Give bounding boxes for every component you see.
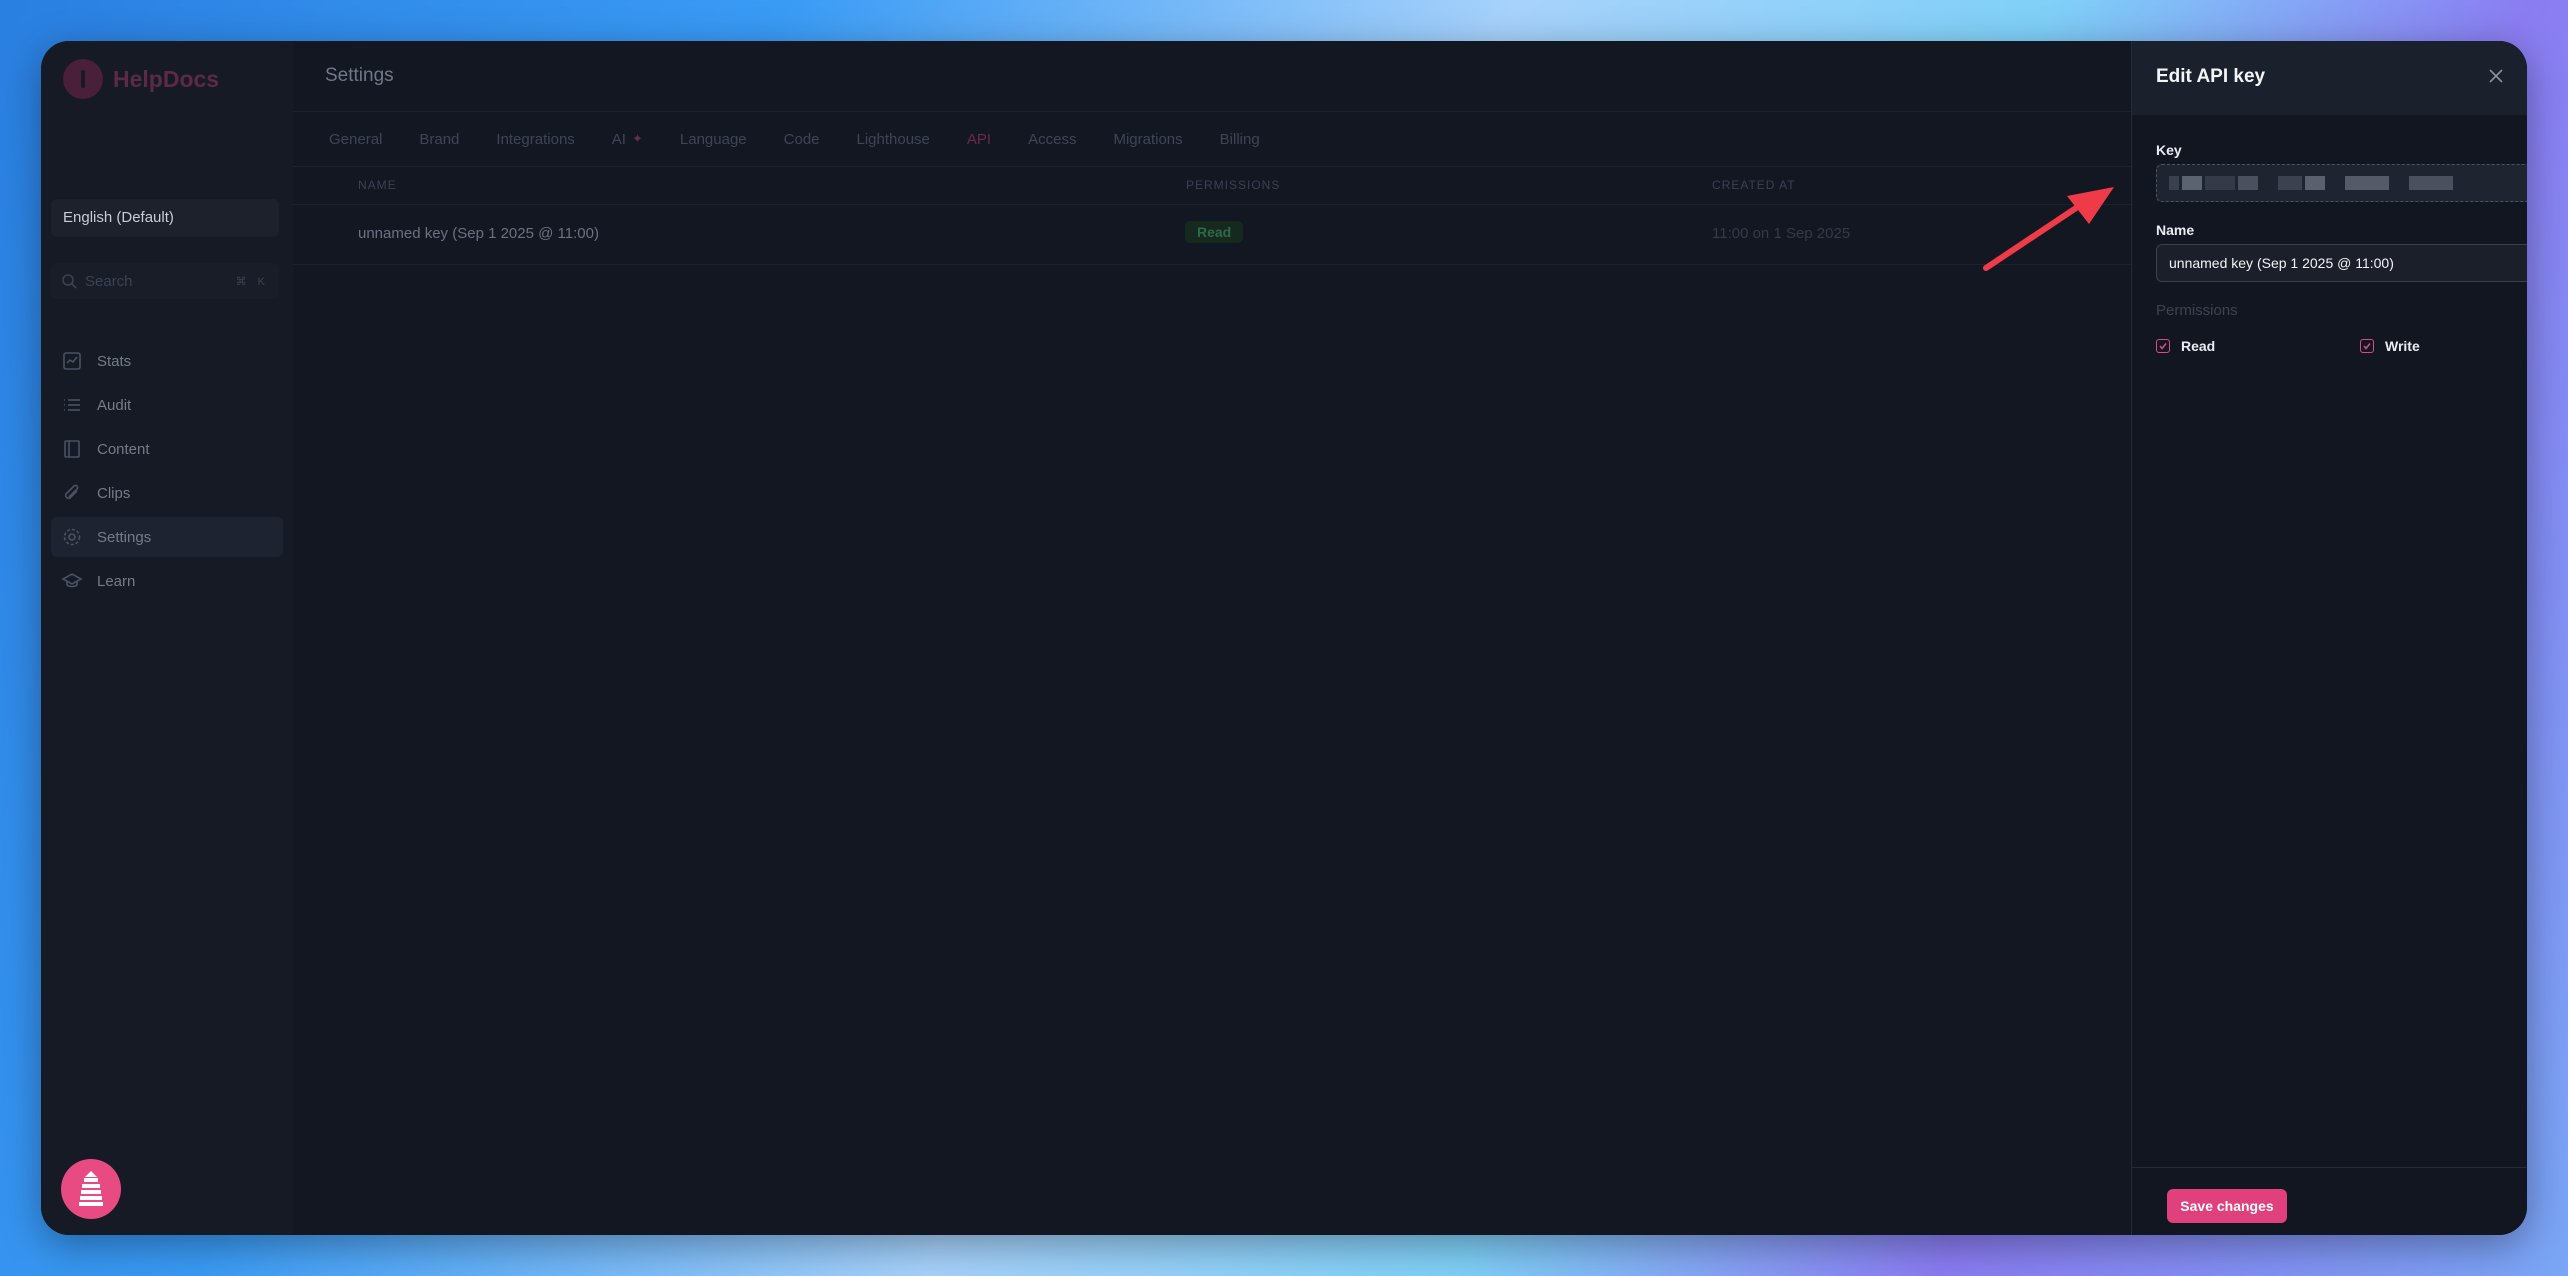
sidebar-item-content[interactable]: Content — [51, 429, 283, 469]
stats-icon — [63, 352, 81, 370]
sidebar-item-clips[interactable]: Clips — [51, 473, 283, 513]
main-content: Settings General Brand Integrations AI ✦ … — [293, 41, 2131, 1235]
key-name-cell[interactable]: unnamed key (Sep 1 2025 @ 11:00) — [358, 225, 599, 242]
redacted-block — [2205, 176, 2235, 190]
sidebar-item-label: Content — [97, 440, 150, 458]
tab-billing[interactable]: Billing — [1220, 131, 1260, 148]
search-shortcut: ⌘ K — [235, 275, 269, 288]
edit-api-key-drawer: Edit API key Key Name Permissions Read W… — [2131, 41, 2527, 1235]
sidebar-item-label: Audit — [97, 396, 132, 414]
redacted-block — [2238, 176, 2258, 190]
search-placeholder: Search — [85, 272, 133, 290]
name-label: Name — [2156, 222, 2195, 238]
list-icon — [64, 399, 80, 411]
tab-migrations[interactable]: Migrations — [1113, 131, 1182, 148]
page-title: Settings — [325, 65, 394, 86]
sparkle-icon: ✦ — [631, 131, 643, 146]
drawer-footer — [2132, 1167, 2527, 1168]
column-header-permissions: PERMISSIONS — [1186, 178, 1281, 192]
drawer-header: Edit API key — [2132, 41, 2527, 115]
sidebar-nav: Stats Audit Content Clips Settings Learn — [51, 341, 283, 605]
checkbox-checked-icon — [2156, 339, 2170, 353]
lighthouse-icon — [79, 1171, 103, 1206]
close-icon[interactable] — [2488, 68, 2504, 84]
table-row-divider — [293, 264, 2131, 265]
tab-ai[interactable]: AI ✦ — [612, 131, 643, 148]
read-checkbox-label: Read — [2181, 338, 2216, 354]
column-header-created-at: CREATED AT — [1712, 178, 1796, 192]
tab-brand[interactable]: Brand — [419, 131, 459, 148]
column-header-name: NAME — [358, 178, 397, 192]
sidebar-item-label: Stats — [97, 352, 132, 370]
language-select[interactable]: English (Default) — [51, 199, 279, 237]
redacted-block — [2345, 176, 2389, 190]
tab-ai-label: AI — [611, 130, 626, 148]
sidebar-item-label: Learn — [97, 572, 136, 590]
annotation-arrow-icon — [1983, 187, 2114, 271]
search-icon — [62, 274, 77, 289]
key-label: Key — [2156, 142, 2182, 158]
sidebar-item-learn[interactable]: Learn — [51, 561, 283, 601]
paperclip-icon — [64, 484, 79, 500]
settings-tabs: General Brand Integrations AI ✦ Language … — [329, 112, 1297, 166]
tab-api[interactable]: API — [967, 131, 991, 148]
search-box[interactable]: Search ⌘ K — [51, 263, 279, 299]
book-icon — [64, 440, 80, 458]
settings-tabs-bar: General Brand Integrations AI ✦ Language … — [293, 111, 2131, 167]
api-key-field[interactable] — [2156, 164, 2527, 202]
sidebar-item-audit[interactable]: Audit — [51, 385, 283, 425]
drawer-title: Edit API key — [2156, 66, 2266, 87]
name-input[interactable] — [2156, 244, 2527, 282]
sidebar-item-label: Settings — [97, 528, 152, 546]
redacted-block — [2182, 176, 2202, 190]
sidebar-item-settings[interactable]: Settings — [51, 517, 283, 557]
read-checkbox[interactable]: Read — [2156, 338, 2215, 354]
redacted-block — [2169, 176, 2179, 190]
sidebar-item-label: Clips — [97, 484, 131, 502]
write-checkbox-label: Write — [2385, 338, 2420, 354]
tab-integrations[interactable]: Integrations — [496, 131, 574, 148]
app-window: HelpDocs English (Default) Search ⌘ K St… — [41, 41, 2527, 1235]
redacted-block — [2409, 176, 2453, 190]
save-changes-button[interactable]: Save changes — [2167, 1189, 2287, 1223]
permissions-label: Permissions — [2156, 302, 2238, 319]
graduation-cap-icon — [61, 573, 83, 588]
sidebar: HelpDocs English (Default) Search ⌘ K St… — [41, 41, 294, 1235]
tab-general[interactable]: General — [329, 131, 382, 148]
sidebar-item-stats[interactable]: Stats — [51, 341, 283, 381]
tab-access[interactable]: Access — [1028, 131, 1076, 148]
logo-icon — [63, 59, 103, 99]
tab-lighthouse[interactable]: Lighthouse — [857, 131, 930, 148]
created-at-cell: 11:00 on 1 Sep 2025 — [1712, 225, 1851, 242]
redacted-block — [2278, 176, 2302, 190]
helpdocs-logo[interactable]: HelpDocs — [63, 59, 219, 99]
gear-icon — [63, 528, 81, 546]
logo-text: HelpDocs — [113, 65, 220, 92]
checkbox-checked-icon — [2360, 339, 2374, 353]
write-checkbox[interactable]: Write — [2360, 338, 2420, 354]
redacted-block — [2305, 176, 2325, 190]
lighthouse-assistant-button[interactable] — [61, 1159, 121, 1219]
tab-language[interactable]: Language — [680, 131, 747, 148]
table-divider — [293, 204, 2131, 205]
permission-badge: Read — [1185, 221, 1244, 243]
tab-code[interactable]: Code — [784, 131, 820, 148]
